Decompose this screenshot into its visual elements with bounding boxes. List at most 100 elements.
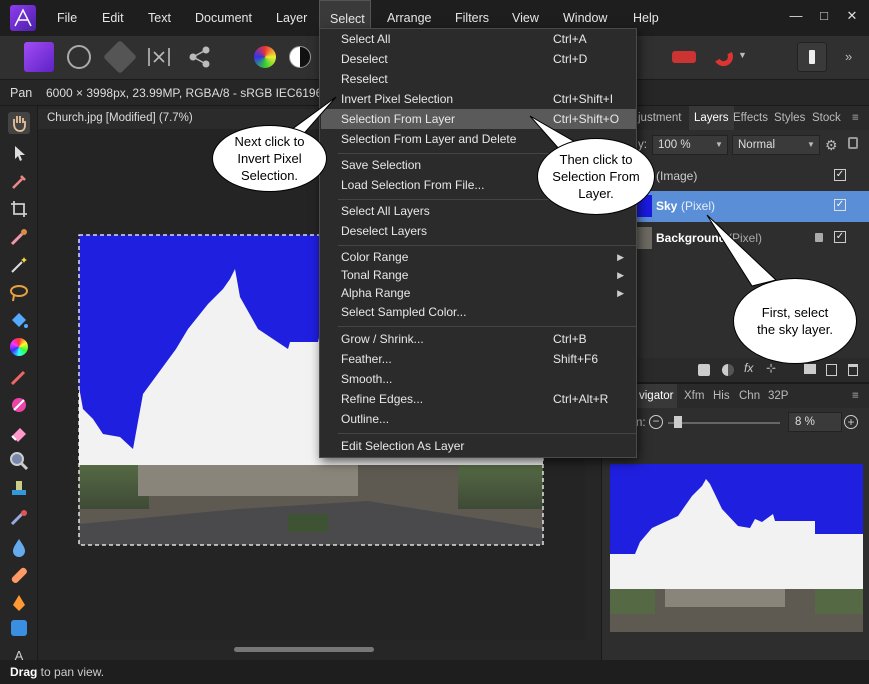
- tab-stock[interactable]: Stock: [812, 106, 841, 130]
- menu-deselect-layers[interactable]: Deselect Layers: [321, 221, 636, 241]
- photo-persona-icon[interactable]: [24, 42, 54, 72]
- pan-tool-icon[interactable]: [8, 112, 30, 134]
- menu-outline[interactable]: Outline...: [321, 409, 636, 429]
- callout-from-layer: Then click to Selection From Layer.: [537, 138, 655, 215]
- maximize-icon[interactable]: □: [814, 8, 834, 28]
- adjustment-icon[interactable]: [722, 364, 734, 376]
- zoom-in-icon[interactable]: +: [844, 415, 858, 429]
- lasso-tool-icon[interactable]: [8, 282, 30, 304]
- menu-color-range[interactable]: Color Range ▶: [321, 247, 636, 267]
- pen-tool-icon[interactable]: [8, 592, 30, 614]
- magic-wand-icon[interactable]: [8, 254, 30, 276]
- gear-icon[interactable]: ⚙: [825, 137, 838, 154]
- healing-brush-icon[interactable]: [8, 506, 30, 528]
- zoom-out-icon[interactable]: −: [649, 415, 663, 429]
- clone-stamp-icon[interactable]: [8, 478, 30, 500]
- fx-icon[interactable]: fx: [744, 361, 753, 375]
- menu-file[interactable]: File: [47, 0, 87, 36]
- mixer-brush-icon[interactable]: [8, 394, 30, 416]
- snapping-magnet-icon[interactable]: [707, 42, 737, 72]
- lock-icon[interactable]: [815, 233, 823, 242]
- panel-menu-icon[interactable]: ≡: [852, 384, 859, 408]
- tab-effects[interactable]: Effects: [733, 106, 768, 130]
- menu-reselect[interactable]: Reselect: [321, 69, 636, 89]
- bandage-icon[interactable]: [8, 564, 30, 586]
- menu-tonal-range[interactable]: Tonal Range ▶: [321, 265, 636, 285]
- layer-row-background[interactable]: Background (Pixel) ✓: [602, 223, 869, 253]
- assistant-icon[interactable]: [797, 42, 827, 72]
- arrange-icon[interactable]: [672, 51, 696, 63]
- more-icon[interactable]: »: [845, 42, 865, 72]
- crop-tool-icon[interactable]: [8, 198, 30, 220]
- tab-history[interactable]: His: [713, 384, 730, 408]
- layer-name-background: Background: [656, 231, 727, 245]
- menu-invert-pixel-selection[interactable]: Invert Pixel Selection Ctrl+Shift+I: [321, 89, 636, 109]
- tab-adjustment[interactable]: justment: [638, 106, 681, 130]
- blur-tool-icon[interactable]: [8, 536, 30, 558]
- lock-icon[interactable]: [848, 137, 858, 149]
- selection-brush-icon[interactable]: [8, 226, 30, 248]
- blend-mode-select[interactable]: Normal ▼: [732, 135, 820, 155]
- status-text: to pan view.: [37, 665, 105, 679]
- tab-navigator[interactable]: vigator: [636, 384, 677, 408]
- color-wheel-icon[interactable]: [254, 46, 276, 68]
- share-icon[interactable]: [185, 42, 215, 72]
- zoom-field[interactable]: 8 %: [788, 412, 842, 432]
- menu-smooth[interactable]: Smooth...: [321, 369, 636, 389]
- chevron-down-icon[interactable]: ▼: [738, 50, 752, 64]
- color-wheel-tool-icon[interactable]: [10, 338, 28, 356]
- menu-document[interactable]: Document: [185, 0, 262, 36]
- menu-edit[interactable]: Edit: [92, 0, 134, 36]
- color-picker-icon[interactable]: [8, 170, 30, 192]
- zoom-slider-thumb[interactable]: [674, 416, 682, 428]
- scroll-thumb[interactable]: [234, 647, 374, 652]
- visibility-checkbox[interactable]: ✓: [834, 199, 846, 211]
- develop-persona-icon[interactable]: [103, 40, 137, 74]
- menu-select-all[interactable]: Select All Ctrl+A: [321, 29, 636, 49]
- move-tool-icon[interactable]: [8, 142, 30, 164]
- app-window: File Edit Text Document Layer Select Arr…: [0, 0, 869, 684]
- callout-invert: Next click to Invert Pixel Selection.: [212, 125, 327, 192]
- close-icon[interactable]: ✕: [842, 8, 862, 28]
- tab-transform[interactable]: Xfm: [684, 384, 704, 408]
- panel-menu-icon[interactable]: ≡: [852, 106, 859, 130]
- menu-select-sampled-color[interactable]: Select Sampled Color...: [321, 302, 636, 322]
- menu-layer[interactable]: Layer: [266, 0, 317, 36]
- navigator-preview[interactable]: [610, 464, 863, 632]
- tab-channels[interactable]: Chn: [739, 384, 760, 408]
- layers-footer: fx ⊹: [602, 358, 869, 382]
- flood-fill-icon[interactable]: [8, 310, 30, 332]
- opacity-field[interactable]: 100 % ▼: [652, 135, 728, 155]
- mask-icon[interactable]: [698, 364, 710, 376]
- contrast-icon[interactable]: [289, 46, 311, 68]
- zoom-tool-icon[interactable]: [8, 450, 30, 472]
- status-bar: Drag to pan view.: [0, 660, 869, 684]
- rectangle-tool-icon[interactable]: [11, 620, 27, 636]
- add-layer-icon[interactable]: [826, 364, 837, 376]
- menu-selection-from-layer[interactable]: Selection From Layer Ctrl+Shift+O: [321, 109, 636, 129]
- menu-deselect[interactable]: Deselect Ctrl+D: [321, 49, 636, 69]
- tone-mapping-persona-icon[interactable]: [145, 42, 173, 72]
- horizontal-scrollbar[interactable]: [38, 640, 585, 660]
- menu-alpha-range[interactable]: Alpha Range ▶: [321, 283, 636, 303]
- tab-32p[interactable]: 32P: [768, 384, 788, 408]
- visibility-checkbox[interactable]: ✓: [834, 231, 846, 243]
- eraser-tool-icon[interactable]: [8, 422, 30, 444]
- trash-icon[interactable]: [848, 364, 858, 376]
- document-tab-title: Church.jpg [Modified] (7.7%): [47, 112, 193, 124]
- liquify-persona-icon[interactable]: [67, 45, 91, 69]
- menu-grow-shrink[interactable]: Grow / Shrink... Ctrl+B: [321, 329, 636, 349]
- minimize-icon[interactable]: —: [786, 8, 806, 28]
- tab-styles[interactable]: Styles: [774, 106, 805, 130]
- menu-feather[interactable]: Feather... Shift+F6: [321, 349, 636, 369]
- tab-layers[interactable]: Layers: [689, 106, 734, 130]
- menu-edit-selection-as-layer[interactable]: Edit Selection As Layer: [321, 436, 636, 456]
- layer-name-sky: Sky: [656, 199, 678, 213]
- menu-refine-edges[interactable]: Refine Edges... Ctrl+Alt+R: [321, 389, 636, 409]
- visibility-checkbox[interactable]: ✓: [834, 169, 846, 181]
- menu-text[interactable]: Text: [138, 0, 181, 36]
- live-filter-icon[interactable]: ⊹: [766, 361, 776, 375]
- folder-icon[interactable]: [804, 364, 816, 374]
- paint-brush-icon[interactable]: [8, 366, 30, 388]
- zoom-slider[interactable]: [668, 422, 780, 424]
